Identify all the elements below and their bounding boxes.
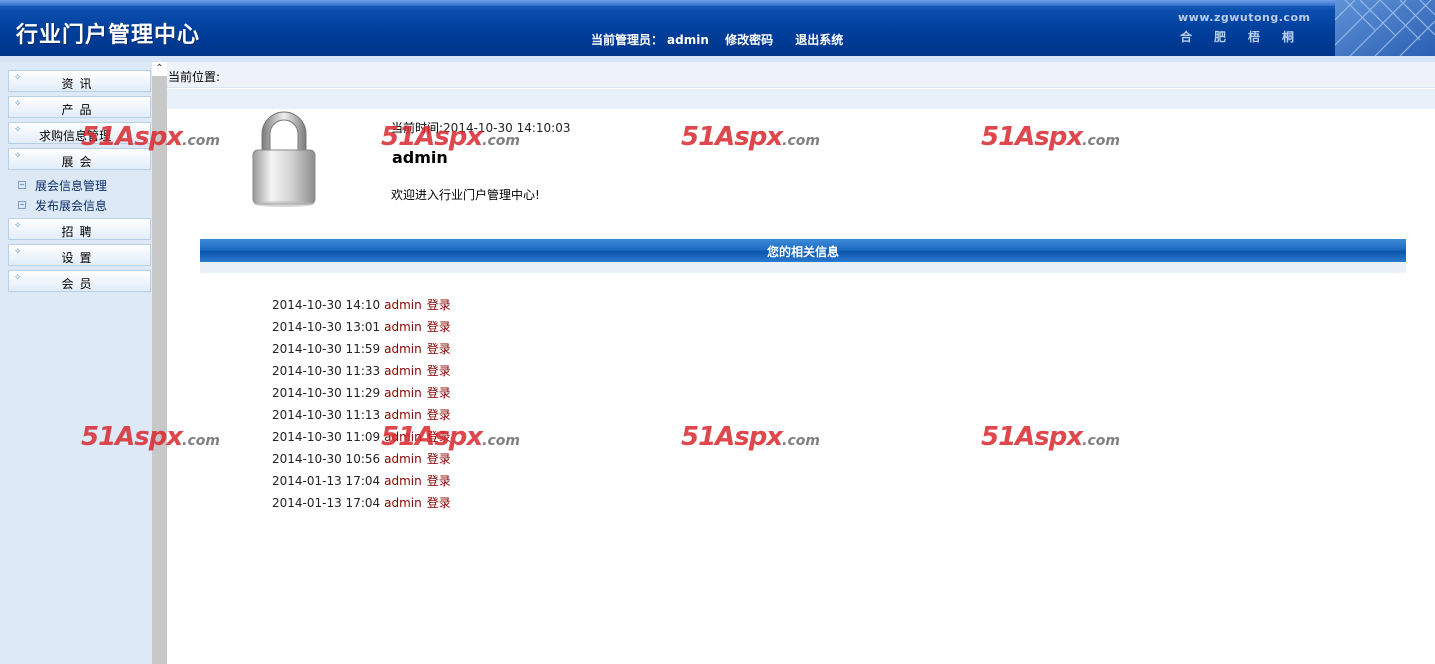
list-item: 2014-10-30 10:56 admin 登录 xyxy=(272,450,451,472)
site-url: www.zgwutong.com xyxy=(1178,11,1311,24)
sidebar-item-label: 会员 xyxy=(61,277,98,291)
sidebar-item-label: 设置 xyxy=(61,251,98,265)
admin-label: 当前管理员： xyxy=(591,33,664,47)
log-user: admin xyxy=(384,474,422,488)
list-item: 2014-10-30 13:01 admin 登录 xyxy=(272,318,451,340)
watermark: 51Aspx.com xyxy=(381,122,520,152)
log-time: 2014-10-30 11:33 xyxy=(272,364,381,378)
app-title: 行业门户管理中心 xyxy=(16,23,201,48)
log-action: 登录 xyxy=(426,496,451,510)
log-time: 2014-01-13 17:04 xyxy=(272,474,381,488)
minus-box-icon xyxy=(18,181,26,189)
watermark: 51Aspx.com xyxy=(381,422,520,452)
breadcrumb-label: 当前位置: xyxy=(168,70,221,84)
watermark: 51Aspx.com xyxy=(681,422,820,452)
log-user: admin xyxy=(384,386,422,400)
sidebar-item-products[interactable]: ✧ 产品 xyxy=(8,96,151,118)
change-password-link[interactable]: 修改密码 xyxy=(725,33,773,47)
sidebar-item-settings[interactable]: ✧ 设置 xyxy=(8,244,151,266)
watermark: 51Aspx.com xyxy=(81,422,220,452)
watermark: 51Aspx.com xyxy=(81,122,220,152)
watermark: 51Aspx.com xyxy=(981,122,1120,152)
list-item: 2014-01-13 17:04 admin 登录 xyxy=(272,472,451,494)
breadcrumb: 当前位置: xyxy=(167,62,1435,88)
log-time: 2014-10-30 11:59 xyxy=(272,342,381,356)
sidebar-subitem-exhibition-publish[interactable]: 发布展会信息 xyxy=(18,197,107,215)
log-action: 登录 xyxy=(426,298,451,312)
admin-bar: 当前管理员： admin 修改密码 退出系统 xyxy=(591,31,847,48)
info-section-header: 您的相关信息 xyxy=(200,239,1406,262)
keyboard-graphic-icon xyxy=(1335,0,1435,56)
top-header: 行业门户管理中心 当前管理员： admin 修改密码 退出系统 www.zgwut… xyxy=(0,0,1435,56)
sidebar-item-jobs[interactable]: ✧ 招聘 xyxy=(8,218,151,240)
log-action: 登录 xyxy=(426,364,451,378)
sidebar-item-label: 展会 xyxy=(61,155,98,169)
watermark: 51Aspx.com xyxy=(981,422,1120,452)
welcome-message: 欢迎进入行业门户管理中心! xyxy=(391,188,540,202)
city-name: 合肥梧桐 xyxy=(1180,30,1317,44)
sidebar-splitter[interactable]: ⌃ xyxy=(152,62,167,664)
header-topline xyxy=(0,0,1435,6)
sidebar: ✧ 资讯 ✧ 产品 ✧ 求购信息管理 ✧ 展会 展会信息管理 发布展会信息 ✧ … xyxy=(0,62,152,664)
lock-icon xyxy=(252,111,316,207)
list-item: 2014-10-30 11:29 admin 登录 xyxy=(272,384,451,406)
watermark: 51Aspx.com xyxy=(681,122,820,152)
log-time: 2014-10-30 11:13 xyxy=(272,408,381,422)
list-item: 2014-10-30 11:59 admin 登录 xyxy=(272,340,451,362)
log-time: 2014-10-30 11:09 xyxy=(272,430,381,444)
list-item: 2014-10-30 11:33 admin 登录 xyxy=(272,362,451,384)
log-user: admin xyxy=(384,408,422,422)
log-user: admin xyxy=(384,364,422,378)
log-time: 2014-10-30 13:01 xyxy=(272,320,381,334)
log-action: 登录 xyxy=(426,386,451,400)
log-user: admin xyxy=(384,320,422,334)
sidebar-subitem-exhibition-manage[interactable]: 展会信息管理 xyxy=(18,177,107,195)
log-action: 登录 xyxy=(426,320,451,334)
logout-link[interactable]: 退出系统 xyxy=(795,33,843,47)
log-action: 登录 xyxy=(426,452,451,466)
subitem-label: 展会信息管理 xyxy=(35,179,108,193)
minus-box-icon xyxy=(18,201,26,209)
info-section-title: 您的相关信息 xyxy=(766,245,839,259)
log-action: 登录 xyxy=(426,408,451,422)
log-user: admin xyxy=(384,496,422,510)
admin-name: admin xyxy=(667,33,709,47)
list-item: 2014-01-13 17:04 admin 登录 xyxy=(272,494,451,516)
log-action: 登录 xyxy=(426,342,451,356)
log-time: 2014-10-30 14:10 xyxy=(272,298,381,312)
list-item: 2014-10-30 14:10 admin 登录 xyxy=(272,296,451,318)
log-time: 2014-10-30 10:56 xyxy=(272,452,381,466)
log-time: 2014-01-13 17:04 xyxy=(272,496,381,510)
sidebar-item-members[interactable]: ✧ 会员 xyxy=(8,270,151,292)
log-user: admin xyxy=(384,452,422,466)
breadcrumb-subbar xyxy=(167,89,1435,109)
log-action: 登录 xyxy=(426,474,451,488)
log-user: admin xyxy=(384,298,422,312)
login-log-list: 2014-10-30 14:10 admin 登录 2014-10-30 13:01 a… xyxy=(272,296,451,516)
subitem-label: 发布展会信息 xyxy=(35,199,108,213)
log-user: admin xyxy=(384,342,422,356)
sidebar-item-label: 产品 xyxy=(61,103,98,117)
sidebar-item-news[interactable]: ✧ 资讯 xyxy=(8,70,151,92)
plus-icon: ✧ xyxy=(14,125,22,135)
log-time: 2014-10-30 11:29 xyxy=(272,386,381,400)
info-section-underbar xyxy=(200,262,1406,273)
sidebar-item-label: 招聘 xyxy=(61,225,98,239)
collapse-arrow-icon[interactable]: ⌃ xyxy=(152,62,167,76)
sidebar-item-label: 资讯 xyxy=(61,77,98,91)
